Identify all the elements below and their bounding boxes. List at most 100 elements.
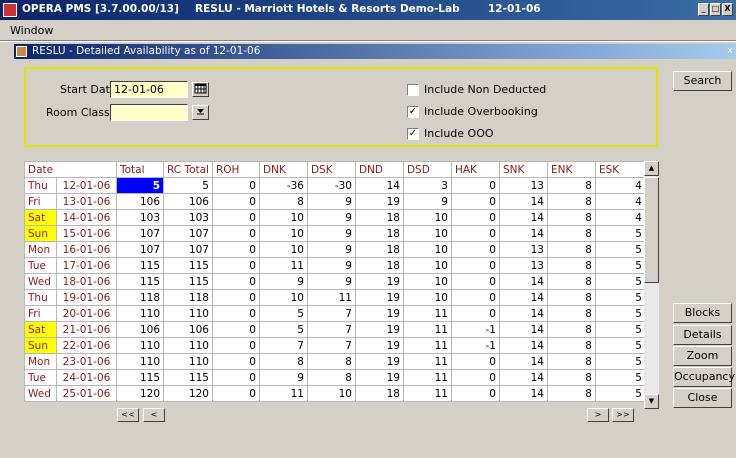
value-cell[interactable]: 107: [163, 225, 213, 242]
value-cell[interactable]: 8: [546, 225, 596, 242]
calendar-icon[interactable]: [192, 82, 209, 97]
value-cell[interactable]: 7: [306, 321, 356, 338]
value-cell[interactable]: 0: [450, 273, 500, 290]
value-cell[interactable]: 5: [594, 289, 646, 306]
value-cell[interactable]: 115: [163, 369, 213, 386]
value-cell[interactable]: 8: [306, 369, 356, 386]
value-cell[interactable]: 0: [450, 241, 500, 258]
dropdown-arrow-icon[interactable]: [192, 105, 209, 120]
value-cell[interactable]: 0: [211, 385, 260, 402]
include-ooo-checkbox[interactable]: ✓: [407, 128, 419, 140]
value-cell[interactable]: 103: [116, 209, 164, 226]
value-cell[interactable]: 10: [258, 241, 308, 258]
value-cell[interactable]: 106: [116, 193, 164, 210]
value-cell[interactable]: 8: [258, 193, 308, 210]
value-cell[interactable]: 107: [163, 241, 213, 258]
table-row[interactable]: Tue 17-01-06 115 115 0 11 9 18 10 0 13 8 5: [24, 257, 646, 274]
value-cell[interactable]: 8: [546, 273, 596, 290]
value-cell[interactable]: 115: [116, 273, 164, 290]
zoom-button[interactable]: Zoom: [673, 346, 732, 366]
first-page-button[interactable]: <<: [117, 408, 139, 422]
value-cell[interactable]: 5: [594, 353, 646, 370]
value-cell[interactable]: 106: [163, 321, 213, 338]
value-cell[interactable]: 110: [163, 337, 213, 354]
value-cell[interactable]: 106: [116, 321, 164, 338]
value-cell[interactable]: 11: [258, 385, 308, 402]
value-cell[interactable]: 10: [402, 225, 452, 242]
value-cell[interactable]: 5: [594, 305, 646, 322]
value-cell[interactable]: 19: [354, 353, 404, 370]
value-cell[interactable]: 19: [354, 289, 404, 306]
table-row[interactable]: Tue 24-01-06 115 115 0 9 8 19 11 0 14 8 5: [24, 369, 646, 386]
value-cell[interactable]: 7: [258, 337, 308, 354]
value-cell[interactable]: 0: [450, 305, 500, 322]
table-row[interactable]: Mon 23-01-06 110 110 0 8 8 19 11 0 14 8 5: [24, 353, 646, 370]
value-cell[interactable]: 9: [306, 273, 356, 290]
value-cell[interactable]: 0: [450, 193, 500, 210]
maximize-button[interactable]: □: [710, 3, 721, 16]
value-cell[interactable]: 14: [498, 353, 548, 370]
value-cell[interactable]: 19: [354, 337, 404, 354]
table-row[interactable]: Fri 13-01-06 106 106 0 8 9 19 9 0 14 8 4: [24, 193, 646, 210]
value-cell[interactable]: 11: [402, 369, 452, 386]
value-cell[interactable]: 8: [546, 305, 596, 322]
value-cell[interactable]: 118: [116, 289, 164, 306]
scroll-down-icon[interactable]: ▼: [644, 394, 659, 409]
grid-vertical-scrollbar[interactable]: ▲ ▼: [644, 161, 659, 409]
value-cell[interactable]: 5: [258, 305, 308, 322]
value-cell[interactable]: 10: [258, 289, 308, 306]
value-cell[interactable]: 0: [211, 193, 260, 210]
table-row[interactable]: Sat 21-01-06 106 106 0 5 7 19 11 -1 14 8 5: [24, 321, 646, 338]
table-row[interactable]: Sun 15-01-06 107 107 0 10 9 18 10 0 14 8 5: [24, 225, 646, 242]
value-cell[interactable]: 9: [306, 209, 356, 226]
value-cell[interactable]: 10: [258, 225, 308, 242]
value-cell[interactable]: 0: [450, 177, 500, 194]
value-cell[interactable]: 115: [116, 369, 164, 386]
value-cell[interactable]: 19: [354, 369, 404, 386]
value-cell[interactable]: 110: [116, 353, 164, 370]
last-page-button[interactable]: >>: [612, 408, 634, 422]
value-cell[interactable]: 10: [402, 273, 452, 290]
column-header[interactable]: HAK: [450, 161, 500, 178]
value-cell[interactable]: 0: [450, 257, 500, 274]
column-header[interactable]: ROH: [211, 161, 260, 178]
value-cell[interactable]: 13: [498, 257, 548, 274]
value-cell[interactable]: 5: [116, 177, 164, 194]
details-button[interactable]: Details: [673, 325, 732, 345]
next-page-button[interactable]: >: [587, 408, 609, 422]
value-cell[interactable]: 10: [402, 241, 452, 258]
column-header[interactable]: DSD: [402, 161, 452, 178]
value-cell[interactable]: 14: [498, 369, 548, 386]
value-cell[interactable]: 10: [306, 385, 356, 402]
table-row[interactable]: Wed 25-01-06 120 120 0 11 10 18 11 0 14 8 5: [24, 385, 646, 402]
value-cell[interactable]: 110: [163, 305, 213, 322]
blocks-button[interactable]: Blocks: [673, 303, 732, 323]
value-cell[interactable]: 103: [163, 209, 213, 226]
value-cell[interactable]: 19: [354, 273, 404, 290]
table-row[interactable]: Thu 19-01-06 118 118 0 10 11 19 10 0 14 8 5: [24, 289, 646, 306]
minimize-button[interactable]: _: [698, 3, 709, 16]
value-cell[interactable]: 0: [211, 177, 260, 194]
value-cell[interactable]: 3: [402, 177, 452, 194]
value-cell[interactable]: 14: [498, 193, 548, 210]
value-cell[interactable]: 13: [498, 177, 548, 194]
value-cell[interactable]: -36: [258, 177, 308, 194]
value-cell[interactable]: 120: [116, 385, 164, 402]
value-cell[interactable]: 8: [546, 337, 596, 354]
value-cell[interactable]: 0: [450, 369, 500, 386]
value-cell[interactable]: 0: [450, 385, 500, 402]
value-cell[interactable]: 10: [402, 257, 452, 274]
value-cell[interactable]: 11: [402, 337, 452, 354]
value-cell[interactable]: 118: [163, 289, 213, 306]
value-cell[interactable]: 18: [354, 385, 404, 402]
value-cell[interactable]: -30: [306, 177, 356, 194]
value-cell[interactable]: 115: [116, 257, 164, 274]
value-cell[interactable]: 18: [354, 241, 404, 258]
value-cell[interactable]: 9: [306, 241, 356, 258]
value-cell[interactable]: 7: [306, 337, 356, 354]
value-cell[interactable]: 14: [498, 337, 548, 354]
value-cell[interactable]: 5: [594, 321, 646, 338]
value-cell[interactable]: 5: [594, 369, 646, 386]
close-button[interactable]: Close: [673, 388, 732, 408]
value-cell[interactable]: 107: [116, 225, 164, 242]
